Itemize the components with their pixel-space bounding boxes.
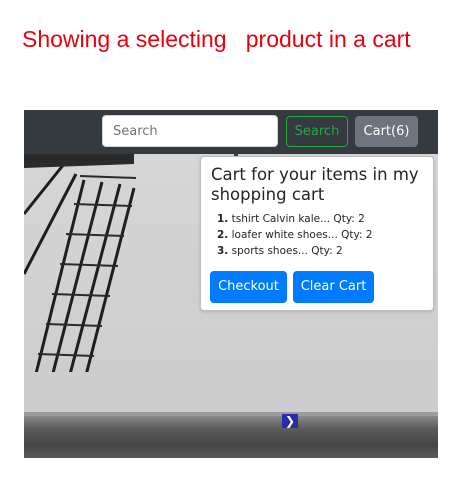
cart-item: 3. sports shoes... Qty: 2 bbox=[217, 243, 423, 259]
page-caption: Showing a selecting product in a cart bbox=[22, 26, 411, 52]
cart-popover-title: Cart for your items in my shopping cart bbox=[211, 165, 419, 204]
clear-cart-button[interactable]: Clear Cart bbox=[293, 271, 374, 303]
cart-item-number: 3. bbox=[217, 245, 229, 257]
checkout-button[interactable]: Checkout bbox=[210, 271, 287, 303]
floor bbox=[24, 416, 438, 458]
cart-button[interactable]: Cart(6) bbox=[355, 116, 418, 147]
cart-item-text: sports shoes... Qty: 2 bbox=[231, 245, 343, 257]
cart-item-number: 1. bbox=[217, 213, 229, 225]
app-window: ❯ Search Cart(6) Cart for your items in … bbox=[24, 110, 438, 458]
top-navbar: Search Cart(6) bbox=[24, 110, 438, 154]
cart-item-list: 1. tshirt Calvin kale... Qty: 2 2. loafe… bbox=[211, 211, 423, 259]
cart-item: 2. loafer white shoes... Qty: 2 bbox=[217, 227, 423, 243]
cart-item-number: 2. bbox=[217, 229, 229, 241]
cart-item: 1. tshirt Calvin kale... Qty: 2 bbox=[217, 211, 423, 227]
cart-item-text: loafer white shoes... Qty: 2 bbox=[231, 229, 373, 241]
carousel-next-button[interactable]: ❯ bbox=[282, 414, 298, 428]
search-input[interactable] bbox=[102, 115, 278, 147]
search-button[interactable]: Search bbox=[286, 116, 348, 147]
cart-popover: Cart for your items in my shopping cart … bbox=[200, 156, 434, 311]
cart-item-text: tshirt Calvin kale... Qty: 2 bbox=[231, 213, 365, 225]
chevron-right-icon: ❯ bbox=[284, 414, 296, 428]
